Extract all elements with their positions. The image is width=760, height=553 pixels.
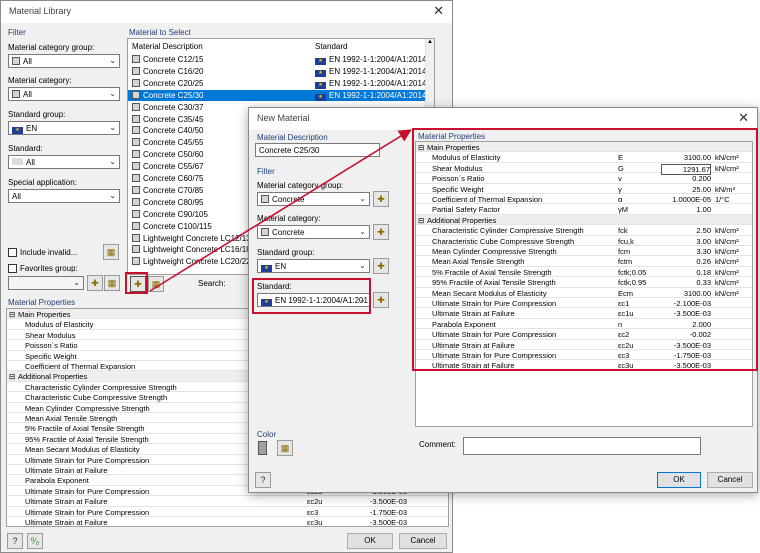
arrow-line [149,129,412,292]
red-arrow-annotation [125,129,412,294]
new-button-highlight [125,272,148,294]
